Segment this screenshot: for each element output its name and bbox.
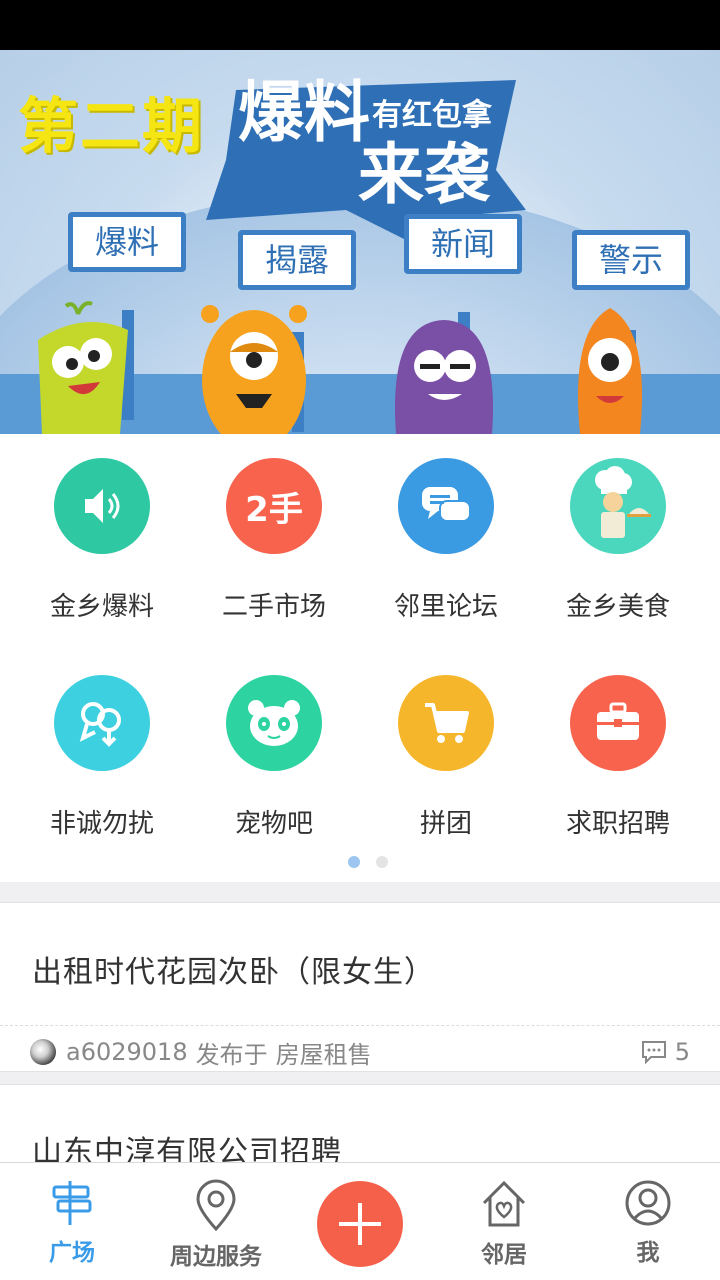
- dating-icon: [54, 675, 150, 771]
- tab-linju[interactable]: 邻居: [432, 1179, 576, 1269]
- category-page-dot-active[interactable]: [348, 856, 360, 868]
- category-qiuzhi-zhaopin[interactable]: 求职招聘: [532, 675, 704, 840]
- category-label: 非诚勿扰: [49, 809, 154, 839]
- comment-count: 5: [674, 1038, 690, 1066]
- post-card[interactable]: 出租时代花园次卧（限女生） a6029018 发布于 房屋租售 5: [0, 902, 720, 1072]
- banner-carousel[interactable]: 第二期 爆料 来袭 有红包拿 爆料 揭露 新闻 警示: [0, 50, 720, 434]
- banner-subtitle: 有红包拿: [372, 98, 492, 133]
- post-fab-button[interactable]: [317, 1181, 403, 1267]
- tab-label: 周边服务: [170, 1244, 262, 1270]
- category-linli-luntan[interactable]: 邻里论坛: [360, 458, 532, 623]
- tab-label: 广场: [49, 1240, 95, 1266]
- chat-bubbles-icon: [398, 458, 494, 554]
- banner-headline-line2: 来袭: [358, 136, 490, 213]
- category-page-dots: [348, 856, 388, 868]
- bottom-tab-bar: 广场 周边服务 邻居 我: [0, 1162, 720, 1280]
- post-author[interactable]: a6029018: [66, 1038, 188, 1066]
- post-meta: a6029018 发布于 房屋租售: [30, 1035, 372, 1069]
- post-published-label: 发布于: [195, 1040, 268, 1069]
- post-divider: [0, 1025, 720, 1026]
- location-pin-icon: [196, 1179, 236, 1231]
- category-label: 宠物吧: [234, 809, 313, 839]
- chef-icon: [570, 458, 666, 554]
- sign-jingshi: 警示: [572, 230, 690, 290]
- category-grid: 金乡爆料 2手 二手市场 邻里论坛 金乡美食 非诚勿扰 宠物吧 拼团 求职招聘: [0, 458, 720, 840]
- briefcase-icon: [570, 675, 666, 771]
- second-hand-icon: 2手: [226, 458, 322, 554]
- category-jinxiang-meishi[interactable]: 金乡美食: [532, 458, 704, 623]
- speaker-icon: [54, 458, 150, 554]
- category-jinxiang-baoliao[interactable]: 金乡爆料: [16, 458, 188, 623]
- category-label: 金乡美食: [565, 592, 670, 622]
- plus-icon: [339, 1203, 381, 1245]
- purple-monster-illustration: [395, 320, 493, 434]
- category-pintuan[interactable]: 拼团: [360, 675, 532, 840]
- tab-guangchang[interactable]: 广场: [0, 1179, 144, 1267]
- sign-xinwen: 新闻: [404, 214, 522, 274]
- category-feicheng-wurao[interactable]: 非诚勿扰: [16, 675, 188, 840]
- green-monster-illustration: [38, 301, 128, 434]
- signpost-icon: [52, 1181, 92, 1225]
- banner-issue: 第二期: [18, 92, 204, 162]
- category-label: 邻里论坛: [393, 592, 498, 622]
- tab-zhoubian-fuwu[interactable]: 周边服务: [144, 1179, 288, 1271]
- post-title[interactable]: 出租时代花园次卧（限女生）: [32, 947, 435, 991]
- user-icon: [625, 1180, 671, 1226]
- category-ershou-shichang[interactable]: 2手 二手市场: [188, 458, 360, 623]
- post-category[interactable]: 房屋租售: [276, 1035, 372, 1070]
- category-label: 二手市场: [221, 592, 326, 622]
- sign-baoliao: 爆料: [68, 212, 186, 272]
- category-label: 求职招聘: [565, 809, 670, 839]
- carrot-monster-illustration: [578, 308, 642, 434]
- shopping-cart-icon: [398, 675, 494, 771]
- category-page-dot[interactable]: [376, 856, 388, 868]
- second-hand-badge: 2手: [245, 489, 303, 530]
- status-bar: [0, 0, 720, 50]
- orange-monster-illustration: [201, 305, 307, 434]
- banner-headline-line1: 爆料: [238, 74, 370, 151]
- sign-jielu: 揭露: [238, 230, 356, 290]
- category-label: 拼团: [419, 809, 472, 839]
- comment-icon: [641, 1041, 666, 1064]
- category-label: 金乡爆料: [49, 592, 154, 622]
- tab-label: 我: [636, 1240, 660, 1266]
- category-chongwuba[interactable]: 宠物吧: [188, 675, 360, 840]
- post-comments[interactable]: 5: [641, 1035, 690, 1069]
- avatar[interactable]: [30, 1039, 56, 1065]
- panda-icon: [226, 675, 322, 771]
- tab-label: 邻居: [481, 1242, 527, 1268]
- tab-wo[interactable]: 我: [576, 1179, 720, 1267]
- home-heart-icon: [482, 1180, 526, 1227]
- category-panel: 金乡爆料 2手 二手市场 邻里论坛 金乡美食 非诚勿扰 宠物吧 拼团 求职招聘: [0, 434, 720, 882]
